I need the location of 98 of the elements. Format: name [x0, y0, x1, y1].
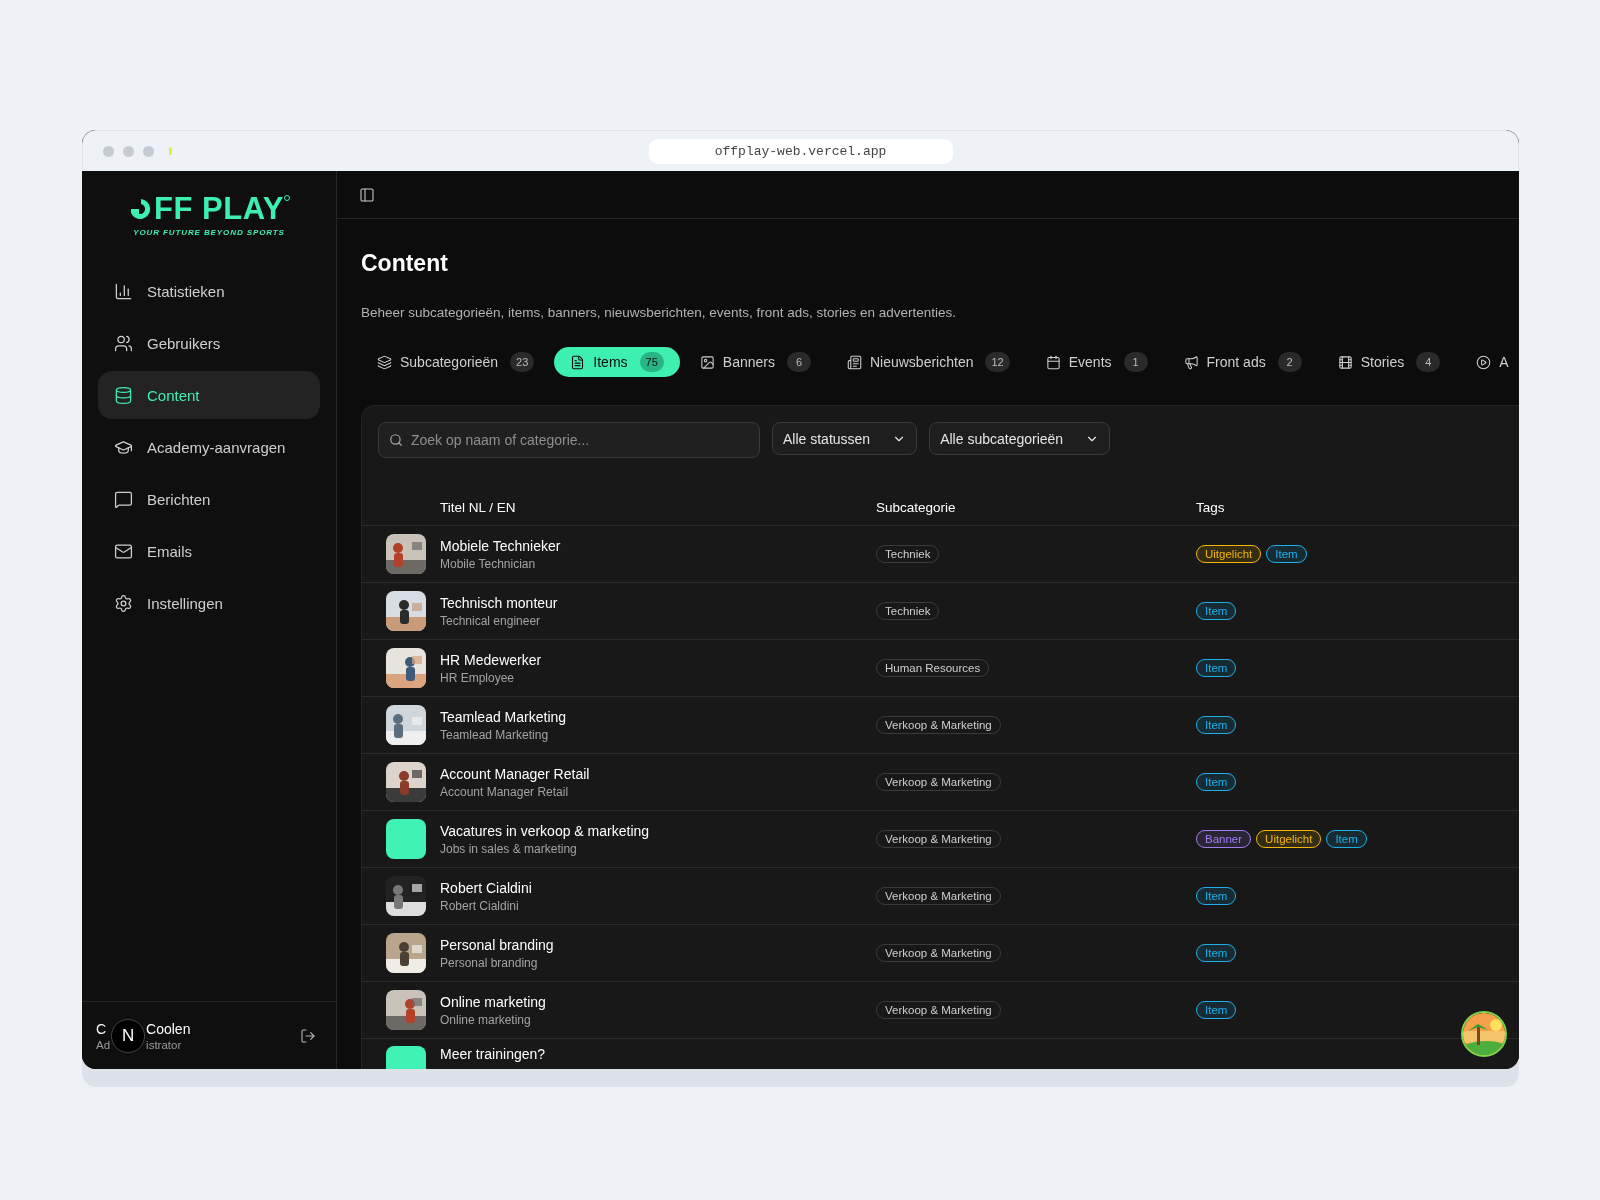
item-subtitle: Technical engineer: [440, 613, 542, 628]
address-bar[interactable]: offplay-web.vercel.app: [648, 139, 953, 164]
film-icon: [1337, 354, 1353, 370]
logout-icon[interactable]: [300, 1027, 316, 1044]
dev-badge[interactable]: N: [111, 1018, 146, 1053]
tab-label: Banners: [722, 354, 775, 370]
item-title: Account Manager Retail: [440, 765, 591, 782]
item-title: Technisch monteur: [440, 594, 559, 611]
item-subtitle: Teamlead Marketing: [440, 727, 550, 742]
tab-label: Nieuwsberichten: [869, 354, 974, 370]
column-header: Tags: [1196, 500, 1226, 515]
tag: Banner: [1196, 830, 1252, 848]
tab[interactable]: Items 75: [554, 347, 680, 377]
tab-label: Items: [593, 354, 628, 370]
tag: Item: [1196, 773, 1237, 791]
item-subtitle: Jobs in sales & marketing: [440, 841, 578, 856]
item-title: Mobiele Technieker: [440, 537, 562, 554]
user-name: Coolen: [146, 1020, 192, 1037]
layers-icon: [377, 354, 392, 370]
item-subtitle: Personal branding: [440, 955, 539, 970]
tab[interactable]: Banners 6: [683, 347, 827, 377]
window-dot[interactable]: [143, 145, 154, 157]
tab[interactable]: Events 1: [1029, 347, 1164, 377]
tag: Item: [1266, 545, 1307, 563]
tab[interactable]: Subcategorieën 23: [361, 347, 551, 377]
newspaper-icon: [846, 354, 862, 370]
item-subtitle: Robert Cialdini: [440, 898, 520, 913]
item-subtitle: Account Manager Retail: [440, 784, 570, 799]
page-title: Content: [361, 250, 449, 277]
count-badge: 4: [1416, 352, 1441, 372]
tab-label: Events: [1068, 354, 1112, 370]
logo-tagline: YOUR FUTURE BEYOND SPORTS: [133, 228, 285, 237]
item-title: HR Medewerker: [440, 651, 543, 668]
item-title: Personal branding: [440, 936, 555, 953]
item-title: Online marketing: [440, 993, 547, 1010]
count-badge: 6: [786, 352, 811, 372]
tag: Uitgelicht: [1256, 830, 1322, 848]
window-dot[interactable]: [123, 145, 134, 157]
document-icon: [570, 354, 586, 370]
tab-label: Subcategorieën: [400, 354, 499, 370]
item-title: Robert Cialdini: [440, 879, 533, 896]
filter-dropdown[interactable]: Alle subcategorieën: [929, 422, 1111, 455]
search-icon: [389, 433, 403, 447]
search-field[interactable]: Zoek op naam of categorie...: [378, 422, 760, 458]
users-icon: [114, 333, 133, 353]
count-badge: 75: [639, 352, 664, 372]
tab-label: A: [1499, 354, 1509, 370]
tag: Item: [1196, 659, 1237, 677]
tag: Item: [1196, 887, 1237, 905]
column-header: Titel NL / EN: [440, 500, 517, 515]
sidebar-item[interactable]: Instellingen: [98, 579, 320, 627]
settings-icon: [114, 593, 133, 613]
item-title: Vacatures in verkoop & marketing: [440, 822, 651, 839]
item-subtitle: Online marketing: [440, 1012, 532, 1027]
tag: Item: [1196, 944, 1237, 962]
count-badge: 1: [1123, 352, 1148, 372]
tab[interactable]: Front ads 2: [1167, 347, 1318, 377]
user-role: Ad: [96, 1038, 111, 1051]
item-subtitle: HR Employee: [440, 670, 516, 685]
tab[interactable]: Stories 4: [1321, 347, 1457, 377]
play-icon: [1476, 354, 1492, 370]
column-header: Subcategorie: [876, 500, 957, 515]
page-description: Beheer subcategorieën, items, banners, nieuwsberichten, events, front ads, stories en advertenties.: [361, 305, 958, 320]
database-icon: [114, 385, 133, 405]
user-role: istrator: [146, 1038, 183, 1051]
sidebar-item[interactable]: Academy-aanvragen: [98, 423, 320, 471]
sidebar-item[interactable]: Emails: [98, 527, 320, 575]
tab[interactable]: Nieuwsberichten 12: [830, 347, 1026, 377]
image-icon: [699, 354, 715, 370]
item-title: Meer trainingen?: [440, 1046, 547, 1062]
calendar-icon: [1045, 354, 1061, 370]
window-dot[interactable]: [103, 145, 114, 157]
item-title: Teamlead Marketing: [440, 708, 568, 725]
tab[interactable]: A: [1460, 347, 1519, 377]
tag: Item: [1196, 716, 1237, 734]
bar-chart-icon: [114, 281, 133, 301]
sidebar-item[interactable]: Content: [98, 371, 320, 419]
logo-text: FF PLAY: [154, 191, 284, 227]
tab-label: Front ads: [1206, 354, 1266, 370]
message-icon: [114, 489, 133, 509]
filter-dropdown[interactable]: Alle statussen: [772, 422, 918, 455]
tag: Item: [1326, 830, 1367, 848]
count-badge: 23: [510, 352, 535, 372]
sidebar-item[interactable]: Berichten: [98, 475, 320, 523]
registered-icon: [283, 195, 290, 201]
user-name: C: [96, 1020, 108, 1037]
sidebar-item[interactable]: Gebruikers: [98, 319, 320, 367]
tab-label: Stories: [1360, 354, 1405, 370]
count-badge: 12: [985, 352, 1010, 372]
tag: Item: [1196, 1001, 1237, 1019]
sidebar-item[interactable]: Statistieken: [98, 267, 320, 315]
item-subtitle: Mobile Technician: [440, 556, 537, 571]
megaphone-icon: [1183, 354, 1199, 370]
status-mark: [169, 147, 172, 155]
tag: Item: [1196, 602, 1237, 620]
sidebar-toggle-icon[interactable]: [359, 186, 375, 203]
tag: Uitgelicht: [1196, 545, 1262, 563]
count-badge: 2: [1277, 352, 1302, 372]
